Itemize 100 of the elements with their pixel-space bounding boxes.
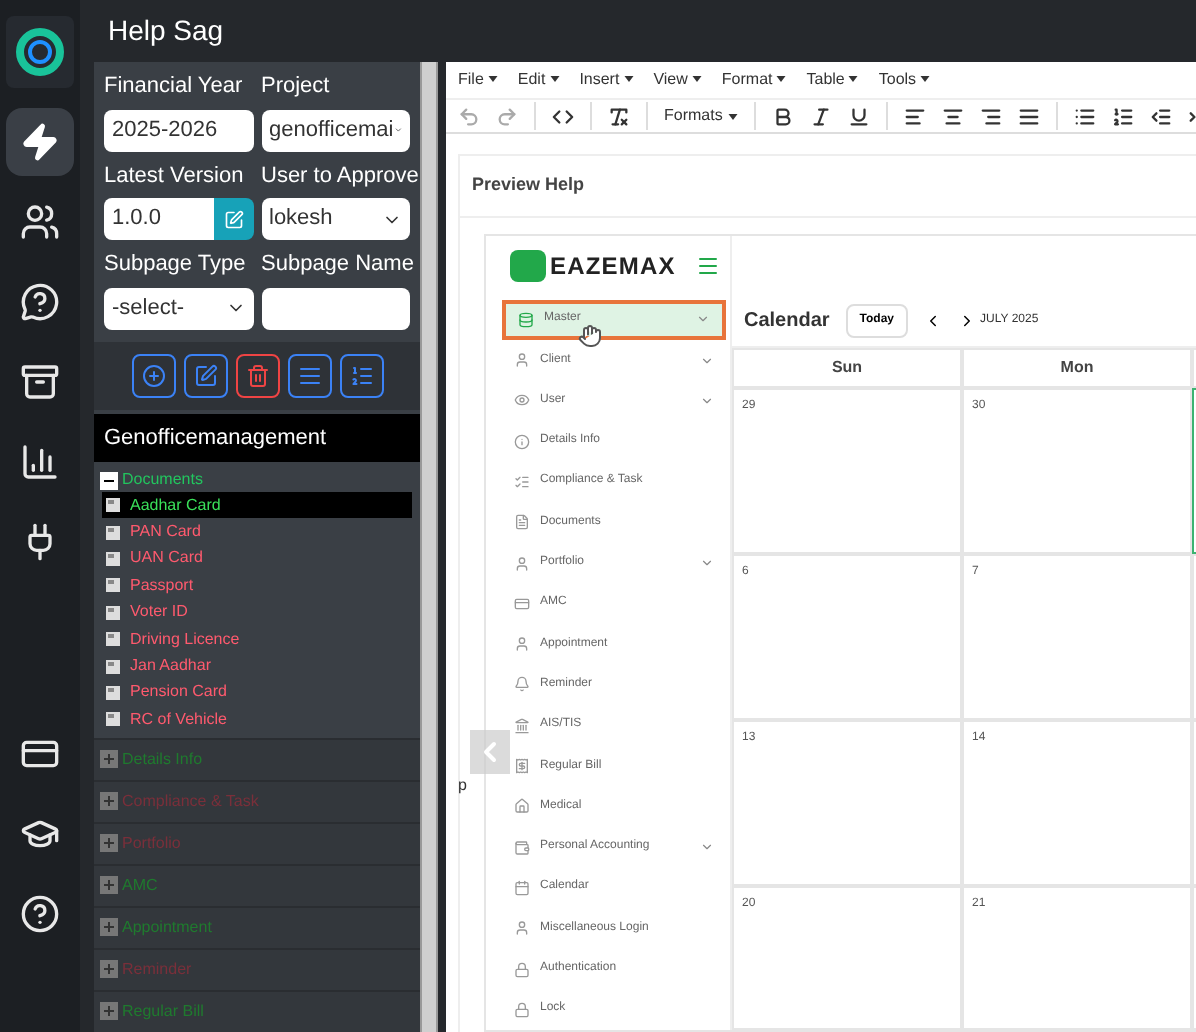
tree-item-label: Jan Aadhar [130, 654, 211, 679]
tree-item[interactable]: Driving Licence [102, 625, 412, 653]
menu-item[interactable]: Format [721, 67, 787, 92]
field-label: Subpage Name [261, 250, 410, 280]
expand-icon[interactable] [100, 960, 118, 979]
outdent-button[interactable] [1150, 105, 1173, 128]
menu-item[interactable]: Insert [579, 67, 634, 92]
nav-icon [514, 636, 530, 653]
code-button[interactable] [552, 105, 574, 128]
nav-icon [514, 473, 530, 490]
formats-dropdown[interactable]: Formats [664, 104, 739, 129]
nav-icon [514, 758, 530, 775]
lightning-icon[interactable] [6, 108, 74, 176]
chevron-down-icon [700, 556, 714, 571]
edit-button[interactable] [183, 353, 227, 397]
page-icon [106, 659, 120, 674]
nav-icon [514, 392, 530, 409]
tree-item-label: Aadhar Card [130, 493, 221, 518]
select-field[interactable]: genofficemai [261, 109, 410, 151]
expand-icon[interactable] [100, 750, 118, 769]
center-button[interactable] [942, 105, 965, 128]
italic-button[interactable] [810, 105, 833, 128]
caret-icon [549, 76, 560, 83]
nav-icon [514, 1001, 530, 1018]
caret-icon [623, 76, 634, 83]
chevron-down-icon [700, 393, 714, 408]
right-button[interactable] [980, 105, 1003, 128]
menu-item[interactable]: View [653, 67, 702, 92]
logo-icon [6, 16, 74, 88]
nav-icon [514, 433, 530, 450]
chevron-down-icon [700, 840, 714, 855]
bold-button[interactable] [772, 105, 795, 128]
delete-button[interactable] [235, 353, 279, 397]
clear-button[interactable] [608, 105, 630, 128]
expand-icon[interactable] [100, 834, 118, 853]
select-field[interactable]: lokesh [261, 198, 410, 240]
tree-item[interactable]: Voter ID [102, 599, 412, 626]
edit-button[interactable] [213, 198, 253, 240]
project-title: Genofficemanagement [94, 413, 420, 462]
page-icon [106, 551, 120, 566]
tree-item[interactable]: RC of Vehicle [102, 706, 412, 734]
menu-item[interactable]: Table [806, 67, 859, 92]
cursor-icon [578, 323, 602, 348]
tree-item[interactable]: UAN Card [102, 545, 412, 573]
input-field[interactable] [261, 287, 410, 329]
collapse-icon[interactable] [100, 471, 118, 489]
scrollbar[interactable] [420, 62, 438, 1032]
input-field[interactable]: 1.0.0 [104, 198, 213, 240]
menu-item[interactable]: Tools [878, 67, 931, 92]
tree-item[interactable]: Aadhar Card [102, 492, 412, 519]
page-title: Help Sag [106, 12, 226, 50]
tree-item-label: PAN Card [130, 520, 201, 545]
menu-icon[interactable] [695, 253, 720, 278]
nav-icon [514, 879, 530, 896]
justify-button[interactable] [1018, 105, 1041, 128]
expand-icon[interactable] [100, 1002, 118, 1021]
nav-icon [514, 920, 530, 937]
tree-item-label: Driving Licence [130, 627, 240, 652]
select-field[interactable]: -select- [104, 287, 253, 329]
expand-icon[interactable] [100, 918, 118, 937]
caret-icon [487, 76, 498, 83]
tree-group[interactable]: Documents [122, 468, 203, 492]
delete-icon [245, 363, 269, 387]
day-header: Mon [962, 347, 1192, 388]
list-icon [297, 363, 321, 387]
menu-item[interactable]: File [458, 67, 498, 92]
tree-item[interactable]: Passport [102, 572, 412, 600]
edit-icon [193, 363, 217, 387]
caret-icon [776, 76, 787, 83]
expand-icon[interactable] [100, 876, 118, 895]
page-icon [106, 525, 120, 540]
page-icon [106, 605, 120, 620]
chevron-down-icon [696, 312, 710, 327]
day-header: Sun [732, 347, 962, 388]
caret-icon [728, 113, 739, 120]
tree-item[interactable]: PAN Card [102, 518, 412, 546]
bullets-button[interactable] [1074, 105, 1097, 128]
expand-icon[interactable] [100, 792, 118, 811]
left-button[interactable] [904, 105, 927, 128]
page-icon [106, 685, 120, 700]
numbers-button[interactable] [1112, 105, 1135, 128]
page-icon [106, 498, 120, 513]
page-icon [106, 632, 120, 647]
nav-icon [514, 839, 530, 856]
tree-item-label: UAN Card [130, 546, 203, 571]
path-label: p [458, 774, 467, 799]
ordered-list-button[interactable] [339, 353, 383, 397]
tree-item[interactable]: Pension Card [102, 679, 412, 707]
tree-item-label: RC of Vehicle [130, 707, 227, 732]
input-field[interactable]: 2025-2026 [104, 109, 253, 151]
underline-button[interactable] [848, 105, 871, 128]
menu-item[interactable]: Edit [517, 67, 560, 92]
pen-square-icon [223, 209, 243, 229]
add-button[interactable] [131, 353, 175, 397]
list-button[interactable] [287, 353, 331, 397]
tree-item[interactable]: Jan Aadhar [102, 652, 412, 680]
nav-icon [514, 595, 530, 612]
field-label: Project [261, 72, 332, 102]
logo-mark-icon [510, 249, 546, 282]
brand-logo: EAZEMAX [550, 249, 676, 284]
